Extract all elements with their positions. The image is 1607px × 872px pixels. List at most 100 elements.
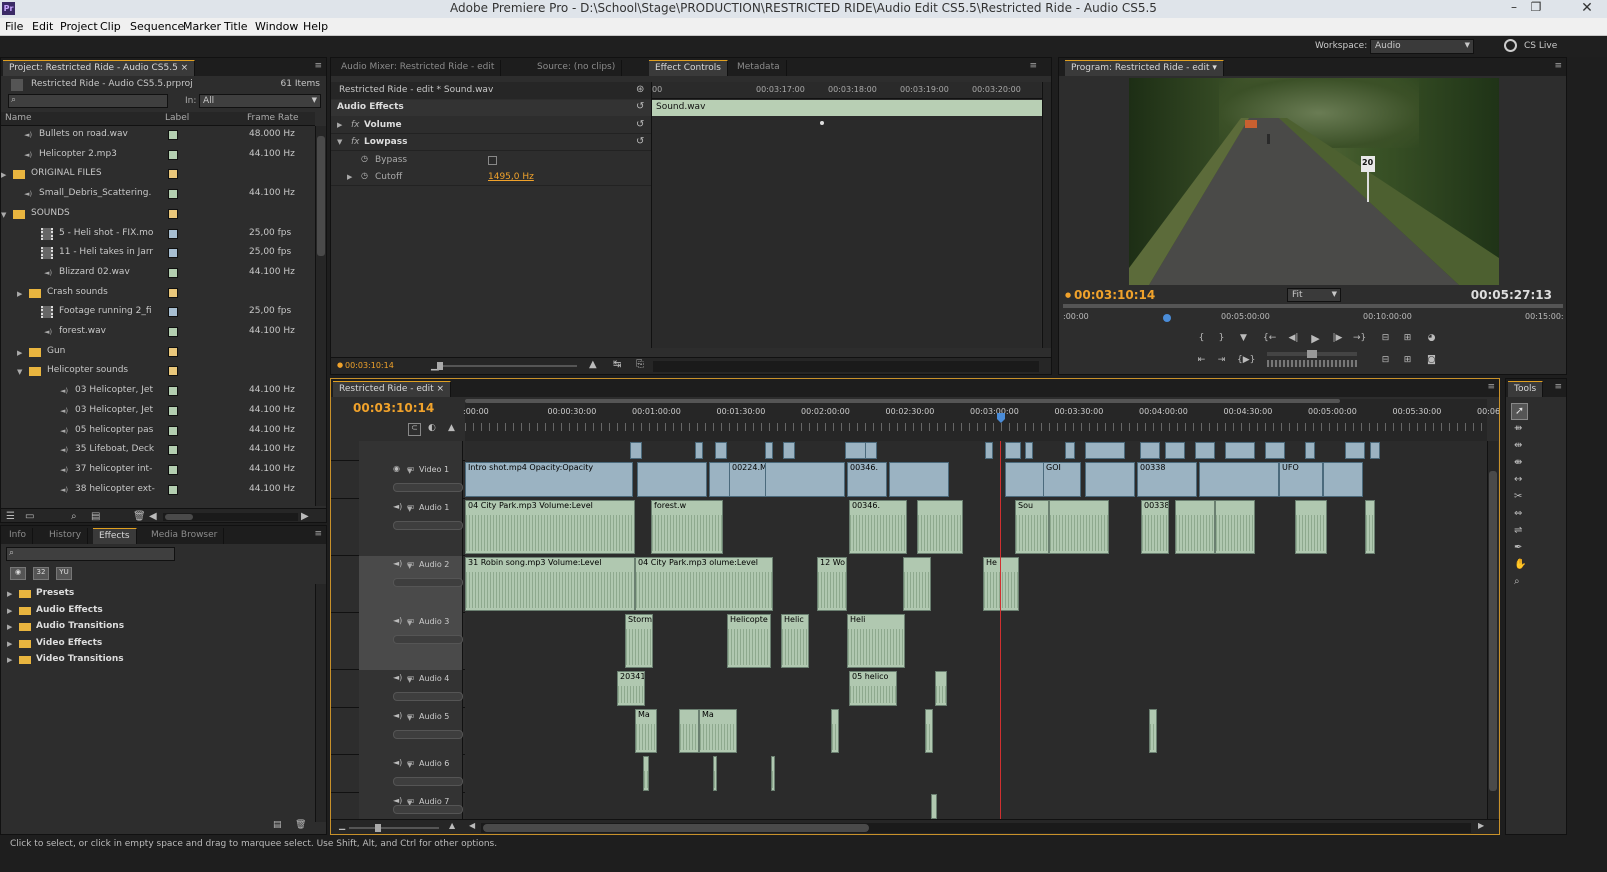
go-to-in-icon[interactable]: {← — [1263, 332, 1276, 345]
audio-clip[interactable]: 00338 — [1141, 500, 1169, 554]
twisty-expanded-icon[interactable]: ▼ — [407, 562, 412, 570]
project-item[interactable]: ◄) Bullets on road.wav 48.000 Hz — [1, 126, 315, 146]
bypass-checkbox[interactable] — [488, 156, 497, 165]
label-swatch[interactable] — [168, 169, 178, 180]
project-item[interactable]: ◄) forest.wav 44.100 Hz — [1, 323, 315, 343]
find-icon[interactable]: ⌕ — [71, 512, 77, 522]
go-prev-edit-icon[interactable]: ⇤ — [1195, 354, 1208, 367]
menu-file[interactable]: File — [5, 20, 23, 33]
fx-icon[interactable]: fx — [351, 137, 360, 147]
track-header[interactable]: ◄) ▭ ▼ Audio 4 — [359, 670, 463, 708]
label-swatch[interactable] — [168, 248, 178, 259]
audio-clip[interactable] — [1149, 709, 1157, 753]
set-encore-marker-icon[interactable]: ◐ — [428, 424, 436, 433]
project-scrollbar[interactable] — [315, 126, 326, 506]
video-clip[interactable]: 00338 — [1137, 462, 1197, 497]
effects-folder[interactable]: ▶ Video Transitions — [1, 652, 315, 668]
twisty-expanded-icon[interactable]: ▼ — [1, 211, 6, 219]
tab-tools[interactable]: Tools — [1508, 381, 1544, 397]
speaker-icon[interactable]: ◄) — [393, 759, 402, 767]
rolling-edit-tool-icon[interactable]: ⇼ — [1514, 458, 1522, 468]
video-clip[interactable] — [889, 462, 949, 497]
project-item[interactable]: ▶ Gun — [1, 343, 315, 363]
project-item[interactable]: ◄) 37 helicopter int- 44.100 Hz — [1, 461, 315, 481]
project-item[interactable]: 5 - Heli shot - FIX.mo 25,00 fps — [1, 225, 315, 245]
cutoff-value[interactable]: 1495,0 Hz — [488, 172, 534, 182]
video-clip[interactable] — [1085, 462, 1135, 497]
cs-live-label[interactable]: CS Live — [1524, 41, 1557, 51]
export-icon[interactable]: ⎘ — [636, 360, 644, 370]
panel-menu-icon[interactable]: ≡ — [1487, 382, 1495, 392]
video-clip[interactable] — [1140, 442, 1160, 459]
video-clip[interactable] — [865, 442, 877, 459]
audio-clip[interactable] — [917, 500, 963, 554]
video-clip[interactable] — [1085, 442, 1125, 459]
video-clip[interactable] — [637, 462, 707, 497]
track-body[interactable] — [465, 441, 1487, 461]
effects-folder[interactable]: ▶ Video Effects — [1, 636, 315, 652]
scroll-left-icon[interactable]: ◀ — [149, 512, 157, 522]
audio-clip[interactable] — [1215, 500, 1255, 554]
zoom-fit-select[interactable]: Fit ▼ — [1287, 288, 1341, 302]
keyframe-toggle[interactable] — [393, 521, 463, 530]
audio-clip[interactable]: Helicopte — [727, 614, 771, 668]
video-clip[interactable] — [1225, 442, 1255, 459]
twisty-collapsed-icon[interactable]: ▶ — [347, 173, 352, 181]
extract-icon[interactable]: ⊞ — [1401, 332, 1414, 345]
timeline-playhead-handle[interactable] — [997, 413, 1005, 423]
video-clip[interactable]: Intro shot.mp4 Opacity:Opacity — [465, 462, 633, 497]
twisty-collapsed-icon[interactable]: ▶ — [7, 623, 12, 631]
reset-icon[interactable]: ↺ — [636, 137, 644, 147]
tab-project[interactable]: Project: Restricted Ride - Audio CS5.5 × — [3, 60, 196, 76]
audio-clip[interactable] — [935, 671, 947, 706]
twisty-expanded-icon[interactable]: ▼ — [407, 761, 412, 769]
fx-icon[interactable]: fx — [351, 120, 360, 130]
keyframe-toggle[interactable] — [393, 805, 463, 814]
project-item[interactable]: ◄) 35 Lifeboat, Deck 44.100 Hz — [1, 441, 315, 461]
audio-clip[interactable]: 31 Robin song.mp3 Volume:Level — [465, 557, 635, 611]
audio-clip[interactable] — [925, 709, 933, 753]
multicam-icon[interactable]: ⊞ — [1401, 354, 1414, 367]
panel-menu-icon[interactable]: ≡ — [1029, 61, 1037, 71]
label-swatch[interactable] — [168, 445, 178, 456]
video-clip[interactable]: UFO — [1279, 462, 1323, 497]
track-body[interactable]: 31 Robin song.mp3 Volume:Level 04 City Pa… — [465, 556, 1487, 613]
twisty-expanded-icon[interactable]: ▼ — [407, 714, 412, 722]
label-swatch[interactable] — [168, 208, 178, 219]
zoom-in-icon[interactable]: ▲ — [589, 360, 597, 370]
stopwatch-icon[interactable]: ◷ — [361, 172, 368, 180]
video-clip[interactable] — [1025, 442, 1033, 459]
speaker-icon[interactable]: ◄) — [393, 797, 402, 805]
track-body[interactable] — [465, 755, 1487, 793]
jog-wheel[interactable] — [1267, 360, 1357, 367]
timeline-vscroll[interactable] — [1487, 441, 1498, 819]
audio-clip[interactable]: 00346. — [849, 500, 907, 554]
label-swatch[interactable] — [168, 464, 178, 475]
track-body[interactable]: 04 City Park.mp3 Volume:Level forest.w 003… — [465, 499, 1487, 556]
go-to-out-icon[interactable]: →} — [1353, 332, 1366, 345]
export-frame-icon[interactable]: ◕ — [1425, 332, 1438, 345]
track-header[interactable]: ◄) ▭ ▼ Audio 7 — [359, 793, 463, 819]
label-swatch[interactable] — [168, 189, 178, 200]
track-header[interactable]: ◄) ▭ ▼ Audio 2 — [359, 556, 463, 613]
track-header[interactable]: ◄) ▭ ▼ Audio 1 — [359, 499, 463, 556]
menu-marker[interactable]: Marker — [183, 20, 221, 33]
reset-icon[interactable]: ↺ — [636, 102, 644, 112]
tab-media-browser[interactable]: Media Browser — [145, 528, 225, 544]
panel-menu-icon[interactable]: ≡ — [314, 61, 322, 71]
audio-clip[interactable]: He — [983, 557, 1019, 611]
video-clip[interactable] — [1005, 442, 1021, 459]
program-playhead[interactable] — [1163, 314, 1171, 322]
tab-effect-controls[interactable]: Effect Controls — [649, 60, 728, 76]
timeline-timecode[interactable]: 00:03:10:14 — [353, 401, 434, 415]
speaker-icon[interactable]: ◄) — [393, 674, 402, 682]
effects-folder[interactable]: ▶ Audio Effects — [1, 603, 315, 619]
menu-help[interactable]: Help — [303, 20, 328, 33]
step-back-icon[interactable]: ◀| — [1287, 332, 1300, 345]
audio-clip[interactable]: 05 helico — [849, 671, 897, 706]
timeline-zoom-slider[interactable] — [349, 824, 439, 832]
audio-clip[interactable] — [643, 756, 649, 791]
timeline-zoom-bar[interactable] — [465, 399, 1340, 403]
video-clip[interactable] — [765, 462, 845, 497]
show-hide-timeline-icon[interactable]: ⊛ — [636, 85, 644, 95]
